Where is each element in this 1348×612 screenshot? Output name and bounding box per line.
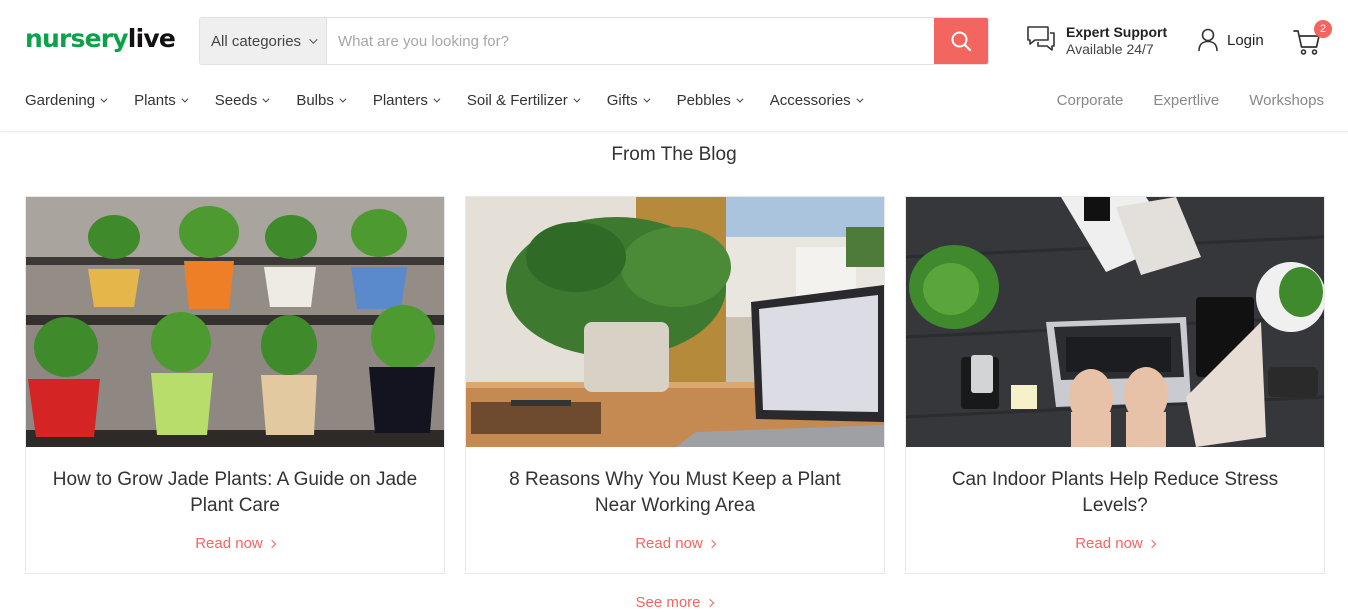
nurserylive-logo[interactable]: nurserylive — [25, 24, 176, 53]
chevron-down-icon — [736, 95, 744, 103]
site-header: nurserylive All categories Expert Suppor… — [0, 0, 1348, 132]
nav-label: Bulbs — [296, 92, 334, 109]
blog-post-title[interactable]: How to Grow Jade Plants: A Guide on Jade… — [46, 467, 424, 519]
jade-plants-image — [26, 197, 444, 447]
see-more-label: See more — [635, 594, 701, 611]
nav-label: Gifts — [606, 92, 638, 109]
read-now-label: Read now — [1075, 535, 1143, 552]
chat-bubbles-icon — [1027, 26, 1055, 51]
nav-item-accessories[interactable]: Accessories — [769, 92, 864, 109]
nav-link-workshops[interactable]: Workshops — [1249, 92, 1324, 109]
logo-text-live: live — [127, 24, 176, 53]
nav-label: Pebbles — [676, 92, 731, 109]
chevron-down-icon — [100, 95, 108, 103]
nav-label: Gardening — [25, 92, 96, 109]
nav-item-pebbles[interactable]: Pebbles — [676, 92, 744, 109]
nav-label: Soil & Fertilizer — [466, 92, 568, 109]
nav-label: Plants — [134, 92, 176, 109]
main-nav: Gardening Plants Seeds Bulbs Planters So… — [25, 92, 890, 109]
see-more-link[interactable]: See more — [0, 594, 1348, 611]
chevron-right-icon — [705, 598, 714, 608]
nav-item-seeds[interactable]: Seeds — [214, 92, 270, 109]
category-select-label: All categories — [211, 32, 302, 50]
nav-item-soil-fertilizer[interactable]: Soil & Fertilizer — [466, 92, 581, 109]
category-select[interactable]: All categories — [200, 18, 327, 64]
nav-link-corporate[interactable]: Corporate — [1057, 92, 1124, 109]
chevron-down-icon — [309, 35, 318, 44]
nav-link-expertlive[interactable]: Expertlive — [1153, 92, 1219, 109]
plant-near-laptop-image — [466, 197, 884, 447]
chevron-right-icon — [1147, 539, 1157, 549]
chevron-right-icon — [707, 539, 717, 549]
nav-item-bulbs[interactable]: Bulbs — [296, 92, 347, 109]
nav-item-plants[interactable]: Plants — [134, 92, 189, 109]
nav-item-gardening[interactable]: Gardening — [25, 92, 108, 109]
support-subtitle: Available 24/7 — [1066, 41, 1154, 57]
chevron-down-icon — [433, 95, 441, 103]
nav-item-planters[interactable]: Planters — [372, 92, 441, 109]
blog-post-title[interactable]: 8 Reasons Why You Must Keep a Plant Near… — [486, 467, 864, 519]
blog-card-jade-plants[interactable]: How to Grow Jade Plants: A Guide on Jade… — [25, 196, 445, 574]
search-input[interactable] — [327, 18, 934, 64]
desk-top-view-image — [906, 197, 1324, 447]
search-button[interactable] — [934, 18, 988, 64]
read-now-link[interactable]: Read now — [466, 535, 884, 552]
secondary-nav: Corporate Expertlive Workshops — [1027, 92, 1324, 109]
nav-label: Accessories — [769, 92, 851, 109]
logo-text-nursery: nursery — [25, 24, 129, 53]
support-title: Expert Support — [1066, 24, 1168, 40]
nav-label: Planters — [372, 92, 428, 109]
cart-count-badge: 2 — [1314, 20, 1332, 38]
chevron-down-icon — [856, 95, 864, 103]
chevron-down-icon — [573, 95, 581, 103]
chevron-down-icon — [262, 95, 270, 103]
nav-label: Seeds — [214, 92, 258, 109]
search-bar: All categories — [199, 17, 989, 65]
login-label: Login — [1227, 31, 1264, 49]
blog-card-indoor-plants-stress[interactable]: Can Indoor Plants Help Reduce Stress Lev… — [905, 196, 1325, 574]
blog-card-plant-near-work[interactable]: 8 Reasons Why You Must Keep a Plant Near… — [465, 196, 885, 574]
chevron-down-icon — [339, 95, 347, 103]
cart-button[interactable]: 2 — [1293, 20, 1333, 60]
chevron-down-icon — [642, 95, 651, 103]
read-now-link[interactable]: Read now — [906, 535, 1324, 552]
blog-post-title[interactable]: Can Indoor Plants Help Reduce Stress Lev… — [926, 467, 1304, 519]
login-link[interactable]: Login — [1197, 28, 1264, 52]
read-now-label: Read now — [635, 535, 703, 552]
chevron-down-icon — [181, 95, 189, 103]
blog-section-heading: From The Blog — [611, 144, 737, 165]
chevron-right-icon — [267, 539, 277, 549]
expert-support[interactable]: Expert Support Available 24/7 — [1026, 24, 1167, 58]
nav-item-gifts[interactable]: Gifts — [606, 92, 651, 109]
user-icon — [1198, 28, 1218, 52]
search-icon — [951, 31, 972, 52]
read-now-link[interactable]: Read now — [26, 535, 444, 552]
read-now-label: Read now — [195, 535, 263, 552]
blog-cards: How to Grow Jade Plants: A Guide on Jade… — [25, 196, 1325, 574]
